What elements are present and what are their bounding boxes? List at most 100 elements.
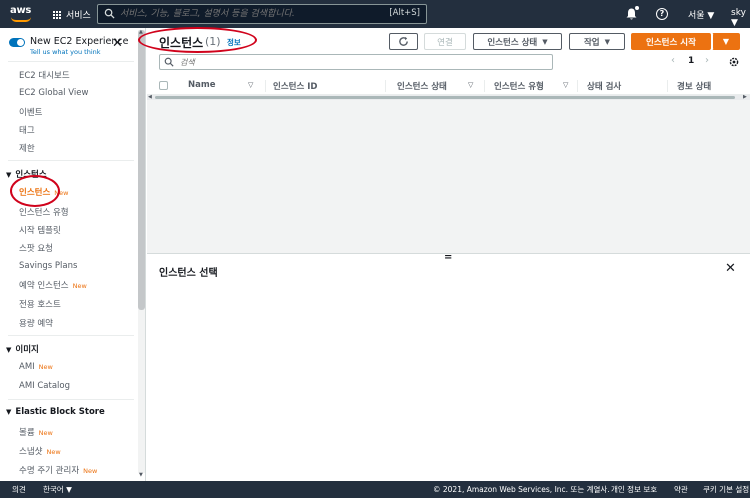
- sidebar-item-label: 스냅샷: [19, 447, 43, 457]
- main-content: 인스턴스 (1) 정보 연결 인스턴스 상태▼ 작업▼ 인스턴스 시작 ▼ ‹ …: [147, 28, 750, 481]
- page-number[interactable]: 1: [688, 56, 694, 66]
- account-menu[interactable]: sky ▼: [731, 8, 750, 28]
- feedback-link[interactable]: Tell us what you think: [30, 48, 101, 56]
- sidebar-item-label: 수명 주기 관리자: [19, 466, 80, 476]
- new-badge: New: [38, 363, 53, 371]
- column-header-status-check[interactable]: 상태 검사: [587, 80, 621, 92]
- sidebar-item-snapshots[interactable]: 스냅샷 New: [19, 445, 61, 457]
- new-badge: New: [46, 448, 61, 456]
- sidebar: New EC2 Experience Tell us what you thin…: [0, 28, 146, 481]
- sort-icon[interactable]: ▽: [468, 81, 473, 89]
- split-pane-handle[interactable]: =: [444, 252, 452, 263]
- region-selector[interactable]: 서울 ▼: [688, 8, 714, 21]
- instance-state-button[interactable]: 인스턴스 상태 ▼: [473, 33, 562, 50]
- section-ebs[interactable]: ▼ Elastic Block Store: [6, 407, 105, 417]
- table-body: [147, 100, 750, 253]
- sidebar-item-ec2-dashboard[interactable]: EC2 대시보드: [19, 69, 70, 81]
- instance-state-label: 인스턴스 상태: [487, 37, 538, 48]
- instances-search-input[interactable]: [180, 56, 540, 68]
- actions-button[interactable]: 작업 ▼: [569, 33, 625, 50]
- divider: [8, 160, 134, 161]
- global-search[interactable]: [Alt+S]: [97, 4, 427, 24]
- feedback-link[interactable]: 의견: [12, 484, 26, 495]
- sidebar-item-capacity-reservations[interactable]: 용량 예약: [19, 317, 53, 329]
- column-header-alarm-status[interactable]: 경보 상태: [677, 80, 711, 92]
- sidebar-item-reserved-instances[interactable]: 예약 인스턴스 New: [19, 279, 87, 291]
- sidebar-item-global-view[interactable]: EC2 Global View: [19, 88, 88, 98]
- detail-close-icon[interactable]: ✕: [725, 261, 736, 276]
- caret-down-icon: ▼: [604, 37, 611, 46]
- sidebar-item-label: AMI: [19, 362, 35, 372]
- search-icon: [164, 57, 174, 67]
- gear-icon[interactable]: [728, 56, 740, 68]
- global-search-input[interactable]: [120, 7, 380, 21]
- refresh-button[interactable]: [389, 33, 418, 50]
- services-menu-button[interactable]: 서비스: [66, 8, 91, 21]
- caret-down-icon: ▼: [6, 408, 12, 416]
- column-header-instance-id[interactable]: 인스턴스 ID: [273, 80, 317, 92]
- column-separator: [667, 80, 668, 92]
- copyright-text: © 2021, Amazon Web Services, Inc. 또는 계열사…: [433, 485, 610, 494]
- sort-icon[interactable]: ▽: [248, 81, 253, 89]
- new-badge: New: [72, 282, 87, 290]
- sidebar-item-limits[interactable]: 제한: [19, 142, 35, 154]
- sidebar-item-events[interactable]: 이벤트: [19, 106, 42, 118]
- sidebar-item-volumes[interactable]: 볼륨 New: [19, 426, 53, 438]
- column-separator: [577, 80, 578, 92]
- search-icon: [104, 8, 115, 19]
- scroll-down-icon[interactable]: ▼: [139, 472, 143, 478]
- connect-button[interactable]: 연결: [424, 33, 466, 50]
- refresh-icon: [399, 36, 408, 46]
- sidebar-item-launch-templates[interactable]: 시작 템플릿: [19, 224, 61, 236]
- language-selector[interactable]: 한국어 ▼: [43, 484, 72, 495]
- launch-dropdown-button[interactable]: ▼: [712, 33, 740, 50]
- privacy-link[interactable]: 개인 정보 보호: [611, 484, 657, 495]
- new-badge: New: [38, 429, 53, 437]
- section-images-label: 이미지: [15, 345, 39, 355]
- services-grid-icon[interactable]: [52, 10, 61, 19]
- top-navigation: aws 서비스 [Alt+S] ? 서울 ▼ sky ▼: [0, 0, 750, 28]
- section-images[interactable]: ▼ 이미지: [6, 343, 39, 355]
- sidebar-scrollbar-thumb[interactable]: [138, 30, 145, 310]
- table-header: Name ▽ 인스턴스 ID 인스턴스 상태 ▽ 인스턴스 유형 ▽ 상태 검사…: [147, 77, 750, 95]
- new-badge: New: [83, 467, 98, 475]
- aws-logo[interactable]: aws: [8, 5, 34, 23]
- sidebar-item-label: 볼륨: [19, 428, 35, 438]
- instances-search[interactable]: [159, 54, 553, 70]
- detail-panel-title: 인스턴스 선택: [159, 268, 218, 279]
- sidebar-item-label: 예약 인스턴스: [19, 281, 69, 291]
- notification-dot: [635, 6, 639, 10]
- caret-down-icon: ▼: [6, 171, 12, 179]
- annotation-circle-title: [138, 27, 257, 53]
- footer: 의견 한국어 ▼ © 2021, Amazon Web Services, In…: [0, 481, 750, 498]
- table-scrollbar-thumb[interactable]: [155, 96, 735, 99]
- divider: [8, 399, 134, 400]
- launch-instances-button[interactable]: 인스턴스 시작: [631, 33, 711, 50]
- sort-icon[interactable]: ▽: [563, 81, 568, 89]
- column-header-instance-state[interactable]: 인스턴스 상태: [397, 80, 447, 92]
- column-header-name[interactable]: Name: [188, 80, 215, 90]
- sidebar-item-tags[interactable]: 태그: [19, 124, 35, 136]
- sidebar-item-savings-plans[interactable]: Savings Plans: [19, 261, 77, 271]
- divider: [8, 335, 134, 336]
- terms-link[interactable]: 약관: [674, 484, 688, 495]
- new-experience-toggle[interactable]: [9, 38, 25, 47]
- annotation-circle-sidebar: [10, 175, 60, 207]
- sidebar-item-ami-catalog[interactable]: AMI Catalog: [19, 381, 70, 391]
- sidebar-item-instance-types[interactable]: 인스턴스 유형: [19, 206, 69, 218]
- select-all-checkbox[interactable]: [159, 81, 168, 90]
- sidebar-item-lifecycle-manager[interactable]: 수명 주기 관리자 New: [19, 464, 97, 476]
- cookie-preferences-link[interactable]: 쿠키 기본 설정: [703, 484, 749, 495]
- sidebar-item-ami[interactable]: AMI New: [19, 362, 53, 372]
- next-page-icon[interactable]: ›: [705, 55, 709, 66]
- caret-down-icon: ▼: [6, 346, 12, 354]
- caret-down-icon: ▼: [542, 37, 548, 46]
- sidebar-item-spot-requests[interactable]: 스팟 요청: [19, 242, 53, 254]
- column-separator: [385, 80, 386, 92]
- help-icon[interactable]: ?: [656, 8, 668, 20]
- sidebar-close-icon[interactable]: ✕: [112, 37, 123, 50]
- section-ebs-label: Elastic Block Store: [15, 407, 105, 417]
- sidebar-item-dedicated-hosts[interactable]: 전용 호스트: [19, 298, 61, 310]
- previous-page-icon[interactable]: ‹: [671, 55, 675, 66]
- column-header-instance-type[interactable]: 인스턴스 유형: [494, 80, 544, 92]
